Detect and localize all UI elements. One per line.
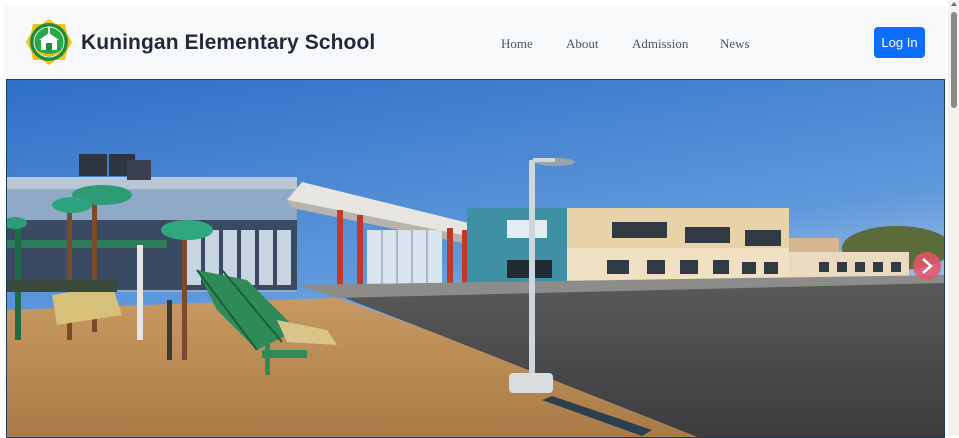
scroll-up-arrow-icon[interactable] bbox=[951, 2, 957, 6]
carousel-next-arrow[interactable] bbox=[913, 252, 941, 280]
nav-news[interactable]: News bbox=[720, 36, 750, 52]
nav-admission[interactable]: Admission bbox=[632, 36, 688, 52]
page: Kuningan Elementary School Home About Ad… bbox=[4, 6, 946, 438]
hero-banner bbox=[6, 79, 945, 438]
navbar: Kuningan Elementary School Home About Ad… bbox=[4, 6, 946, 79]
nav-home[interactable]: Home bbox=[501, 36, 533, 52]
nav-about[interactable]: About bbox=[566, 36, 599, 52]
school-logo-icon[interactable] bbox=[25, 18, 73, 66]
scroll-thumb[interactable] bbox=[951, 12, 957, 108]
login-button[interactable]: Log In bbox=[874, 27, 925, 58]
school-building-photo bbox=[7, 80, 944, 437]
school-name[interactable]: Kuningan Elementary School bbox=[81, 31, 375, 55]
